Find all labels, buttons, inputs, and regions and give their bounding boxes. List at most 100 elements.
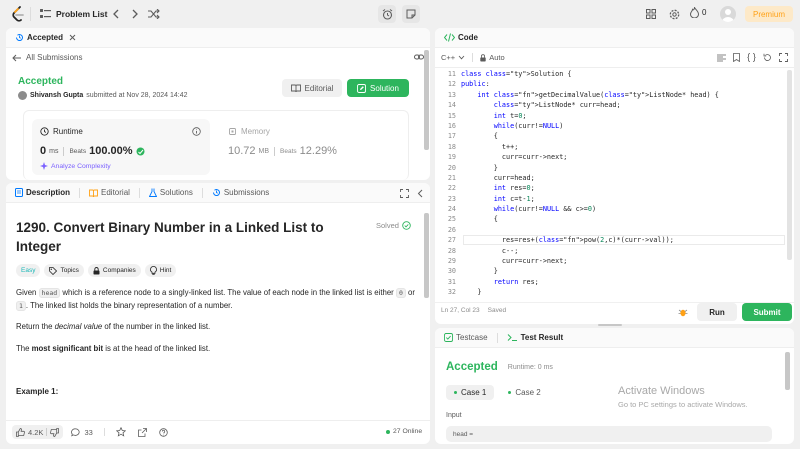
case-1-tab[interactable]: Case 1: [446, 385, 495, 400]
code-line[interactable]: 26: [435, 225, 787, 235]
code-line[interactable]: 18 t++;: [435, 142, 787, 152]
tab-accepted[interactable]: Accepted: [12, 33, 79, 42]
thumbs-down-icon[interactable]: [50, 427, 60, 437]
line-number: 31: [447, 277, 456, 286]
prev-problem-icon[interactable]: [110, 8, 122, 20]
debug-bug-icon[interactable]: [678, 307, 688, 317]
line-text: {: [461, 132, 498, 141]
runtime-unit: ms: [49, 147, 59, 155]
info-icon[interactable]: [192, 127, 201, 136]
code-line[interactable]: 20 }: [435, 163, 787, 173]
fullscreen-icon[interactable]: [779, 53, 788, 62]
help-icon[interactable]: [159, 427, 168, 437]
close-icon[interactable]: [69, 34, 76, 41]
problem-list-button[interactable]: Problem List: [40, 6, 107, 22]
leetcode-logo-icon[interactable]: [10, 6, 26, 22]
streak-counter[interactable]: 0: [690, 7, 706, 18]
like-button[interactable]: 4.2K: [12, 425, 64, 439]
stats-container: Runtime 0 ms Beats 100.00% Analyze Compl…: [23, 110, 409, 180]
memory-beats-label: Beats: [280, 147, 297, 155]
code-line[interactable]: 30 }: [435, 266, 787, 276]
line-number: 16: [447, 121, 456, 130]
case-2-tab[interactable]: Case 2: [500, 385, 548, 400]
tab-description-label: Description: [26, 188, 71, 197]
timer-icon[interactable]: [378, 5, 396, 23]
code-line[interactable]: 19 curr=curr->next;: [435, 152, 787, 162]
memory-card[interactable]: Memory 10.72 MB Beats 12.29%: [220, 119, 398, 175]
editor-scrollbar[interactable]: [787, 70, 792, 260]
format-icon[interactable]: [717, 54, 726, 62]
code-line[interactable]: 25 {: [435, 214, 787, 224]
code-line[interactable]: 24 while(curr!=NULL && c>=0): [435, 204, 787, 214]
comments-button[interactable]: 33: [67, 428, 96, 437]
auto-mode[interactable]: Auto: [480, 53, 505, 62]
settings-gear-icon[interactable]: [668, 8, 680, 20]
share-link-icon[interactable]: [414, 53, 424, 61]
code-line[interactable]: 14 class="ty">ListNode* curr=head;: [435, 100, 787, 110]
user-avatar[interactable]: [18, 91, 27, 100]
tab-test-result[interactable]: Test Result: [504, 333, 567, 342]
line-number: 11: [447, 70, 456, 78]
line-text: }: [461, 163, 498, 172]
code-line[interactable]: 12 public:: [435, 79, 787, 89]
topics-chip[interactable]: Topics: [44, 264, 84, 277]
language-select[interactable]: C++: [441, 53, 465, 62]
back-to-submissions-link[interactable]: All Submissions: [12, 53, 82, 62]
hint-label: Hint: [159, 267, 172, 274]
editor-status: Ln 27, Col 23 Saved: [441, 307, 506, 314]
next-problem-icon[interactable]: [129, 8, 141, 20]
lock-icon: [480, 53, 486, 62]
code-line[interactable]: 31 return res;: [435, 277, 787, 287]
shuffle-icon[interactable]: [148, 8, 160, 20]
code-line[interactable]: 17 {: [435, 131, 787, 141]
code-line[interactable]: 11 class class="ty">Solution {: [435, 69, 787, 79]
editorial-button[interactable]: Editorial: [282, 79, 342, 97]
tab-solutions[interactable]: Solutions: [146, 188, 196, 197]
problem-title[interactable]: 1290. Convert Binary Number in a Linked …: [16, 218, 346, 256]
tab-submissions[interactable]: Submissions: [209, 188, 272, 197]
code-line[interactable]: 28 c--;: [435, 246, 787, 256]
code-line[interactable]: 21 curr=head;: [435, 173, 787, 183]
solution-button[interactable]: Solution: [347, 79, 409, 97]
reset-icon[interactable]: [763, 53, 772, 62]
description-scrollbar[interactable]: [424, 213, 429, 298]
companies-chip[interactable]: Companies: [87, 264, 141, 277]
code-editor[interactable]: 11 class class="ty">Solution {12 public: 13…: [435, 68, 787, 296]
book-icon: [290, 84, 301, 92]
tab-editorial[interactable]: Editorial: [86, 188, 133, 197]
description-paragraph-1: Given head which is a reference node to …: [16, 287, 416, 312]
bookmark-icon[interactable]: [733, 53, 740, 62]
code-line[interactable]: 15 int t=0;: [435, 111, 787, 121]
memory-label: Memory: [241, 127, 270, 136]
code-line[interactable]: 22 int res=0;: [435, 183, 787, 193]
hint-chip[interactable]: Hint: [144, 264, 177, 277]
code-line[interactable]: 13 int class="fn">getDecimalValue(class=…: [435, 90, 787, 100]
code-line[interactable]: 29 curr=curr->next;: [435, 256, 787, 266]
panel-resize-handle[interactable]: [598, 324, 622, 326]
code-line[interactable]: 23 int c=t-1;: [435, 194, 787, 204]
tab-solutions-label: Solutions: [159, 188, 193, 197]
code-line[interactable]: 16 while(curr!=NULL): [435, 121, 787, 131]
runtime-card[interactable]: Runtime 0 ms Beats 100.00% Analyze Compl…: [32, 119, 210, 175]
analyze-complexity-button[interactable]: Analyze Complexity: [40, 162, 111, 170]
layout-grid-icon[interactable]: [645, 8, 657, 20]
expand-icon[interactable]: [400, 189, 409, 198]
submit-button[interactable]: Submit: [742, 303, 792, 321]
code-line[interactable]: 32 }: [435, 287, 787, 296]
submission-scrollbar[interactable]: [424, 50, 429, 150]
braces-icon[interactable]: [747, 53, 756, 62]
submitter-name[interactable]: Shivansh Gupta: [30, 92, 83, 99]
tab-code[interactable]: Code: [441, 33, 481, 42]
tab-testcase[interactable]: Testcase: [441, 333, 491, 342]
tab-description[interactable]: Description: [12, 188, 73, 197]
notes-icon[interactable]: [402, 5, 420, 23]
share-icon[interactable]: [137, 427, 147, 437]
collapse-chevron-icon[interactable]: [417, 189, 423, 198]
code-one: 1: [16, 300, 26, 311]
premium-button[interactable]: Premium: [745, 6, 793, 22]
avatar[interactable]: [720, 6, 736, 22]
star-icon[interactable]: [115, 427, 126, 437]
line-number: 29: [447, 257, 456, 266]
run-button[interactable]: Run: [697, 303, 737, 321]
result-scrollbar[interactable]: [785, 352, 790, 390]
